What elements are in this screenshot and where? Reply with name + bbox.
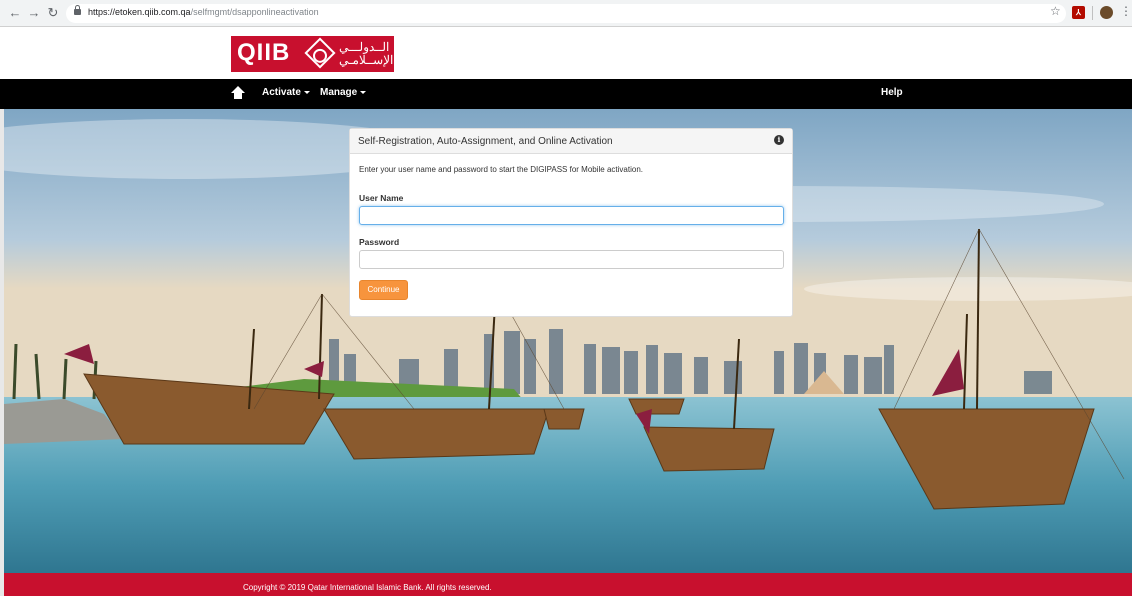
url-text[interactable]: https://etoken.qiib.com.qa/selfmgmt/dsap…	[88, 7, 319, 17]
address-bar[interactable]: https://etoken.qiib.com.qa/selfmgmt/dsap…	[66, 4, 1066, 23]
username-label: User Name	[359, 193, 404, 203]
browser-toolbar: ← → ↻ https://etoken.qiib.com.qa/selfmgm…	[0, 0, 1132, 27]
continue-button[interactable]: Continue	[359, 280, 408, 300]
logo-arabic-line1: الــدولـــي	[339, 40, 390, 54]
panel-header: Self-Registration, Auto-Assignment, and …	[350, 129, 792, 154]
nav-help[interactable]: Help	[881, 87, 903, 98]
activation-panel: Self-Registration, Auto-Assignment, and …	[349, 128, 793, 317]
logo-text: QIIB	[237, 39, 291, 66]
url-host: https://etoken.qiib.com.qa	[88, 7, 191, 17]
reload-icon[interactable]: ↻	[46, 5, 60, 21]
logo-arabic-text: الــدولـــي الإســلامـي	[339, 40, 393, 67]
password-label: Password	[359, 237, 400, 247]
pdf-extension-icon[interactable]: ⅄	[1072, 6, 1085, 19]
home-icon[interactable]	[231, 86, 245, 100]
kebab-menu-icon[interactable]: ⋮	[1120, 4, 1132, 18]
profile-avatar[interactable]	[1100, 6, 1113, 19]
nav-activate[interactable]: Activate	[262, 87, 310, 98]
logo-mark-icon	[304, 37, 336, 69]
username-input[interactable]	[359, 206, 784, 225]
site-footer: Copyright © 2019 Qatar International Isl…	[4, 573, 1132, 596]
password-input[interactable]	[359, 250, 784, 269]
lock-icon	[74, 5, 81, 15]
qiib-logo[interactable]: QIIB الــدولـــي الإســلامـي	[231, 36, 394, 72]
main-navbar: Activate Manage Help	[0, 79, 1132, 109]
back-icon[interactable]: ←	[8, 5, 22, 21]
copyright-text: Copyright © 2019 Qatar International Isl…	[243, 583, 492, 592]
nav-activate-label: Activate	[262, 87, 301, 98]
logo-arabic-line2: الإســلامـي	[339, 53, 394, 67]
site-header: QIIB الــدولـــي الإســلامـي	[0, 27, 1132, 79]
caret-down-icon	[360, 90, 367, 94]
nav-manage-label: Manage	[320, 87, 358, 98]
panel-title: Self-Registration, Auto-Assignment, and …	[358, 136, 613, 147]
info-icon[interactable]: i	[774, 135, 784, 145]
url-path: /selfmgmt/dsapponlineactivation	[190, 7, 319, 17]
nav-manage[interactable]: Manage	[320, 87, 367, 98]
forward-icon[interactable]: →	[27, 5, 41, 21]
intro-text: Enter your user name and password to sta…	[359, 165, 643, 174]
toolbar-divider	[1092, 6, 1093, 20]
caret-down-icon	[303, 90, 310, 94]
star-icon[interactable]: ☆	[1050, 4, 1061, 18]
